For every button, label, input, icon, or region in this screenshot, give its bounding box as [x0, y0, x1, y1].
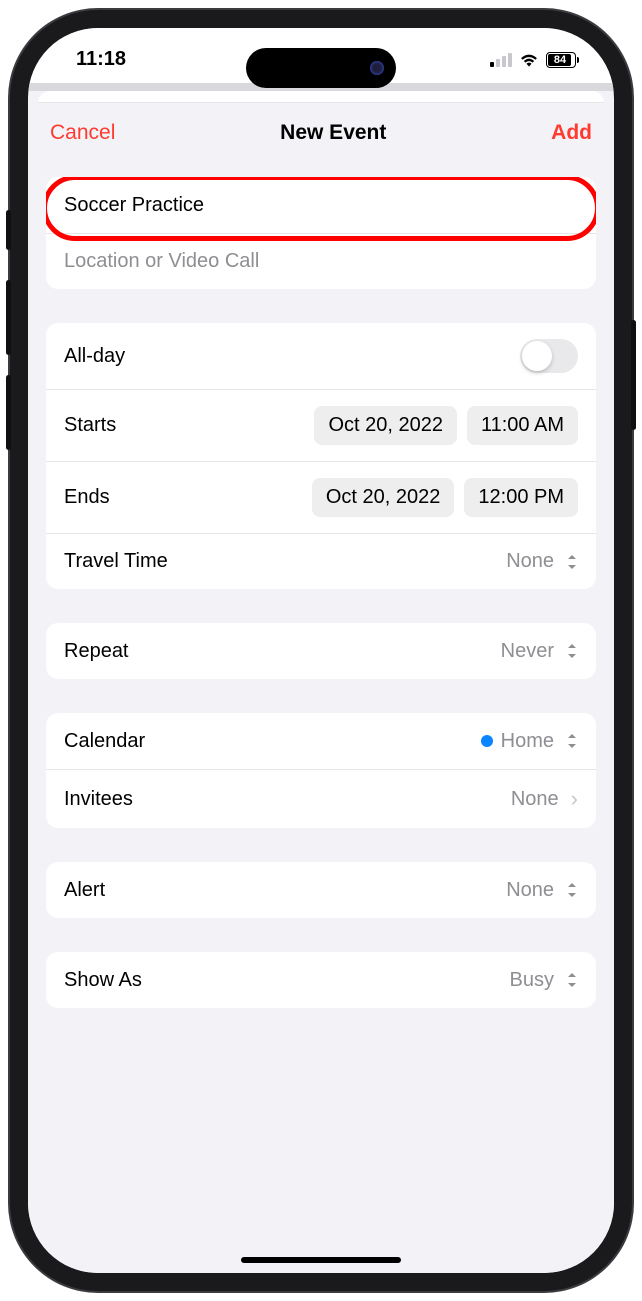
repeat-label: Repeat [64, 640, 129, 663]
starts-label: Starts [64, 414, 116, 437]
all-day-row: All-day [46, 323, 596, 389]
mute-switch [6, 210, 11, 250]
calendar-label: Calendar [64, 730, 145, 753]
location-row[interactable] [46, 233, 596, 289]
alert-group: Alert None [46, 862, 596, 918]
updown-icon [566, 972, 578, 988]
screen: 11:18 84 [28, 28, 614, 1273]
power-button [631, 320, 636, 430]
updown-icon [566, 882, 578, 898]
new-event-sheet: Cancel New Event Add [28, 103, 614, 1273]
title-location-group [46, 177, 596, 289]
updown-icon [566, 554, 578, 570]
all-day-label: All-day [64, 345, 125, 368]
wifi-icon [519, 52, 539, 68]
phone-frame: 11:18 84 [10, 10, 632, 1291]
alert-value: None [506, 879, 554, 902]
ends-time-picker[interactable]: 12:00 PM [464, 478, 578, 517]
front-camera-icon [370, 61, 384, 75]
home-indicator[interactable] [241, 1257, 401, 1263]
battery-percent: 84 [554, 54, 566, 66]
event-title-row[interactable] [46, 177, 596, 233]
ends-label: Ends [64, 486, 110, 509]
status-time: 11:18 [76, 48, 126, 71]
cellular-signal-icon [490, 53, 512, 67]
event-title-input[interactable] [64, 194, 578, 217]
dynamic-island [246, 48, 396, 88]
add-button[interactable]: Add [551, 121, 592, 145]
travel-time-row[interactable]: Travel Time None [46, 533, 596, 589]
all-day-toggle[interactable] [520, 339, 578, 373]
starts-row: Starts Oct 20, 2022 11:00 AM [46, 389, 596, 461]
battery-icon: 84 [546, 52, 576, 68]
repeat-value: Never [501, 640, 554, 663]
cancel-button[interactable]: Cancel [50, 121, 115, 145]
sheet-title: New Event [280, 121, 386, 145]
volume-down-button [6, 375, 11, 450]
calendar-group: Calendar Home Invitees None [46, 713, 596, 828]
sheet-header: Cancel New Event Add [28, 103, 614, 163]
ends-row: Ends Oct 20, 2022 12:00 PM [46, 461, 596, 533]
datetime-group: All-day Starts Oct 20, 2022 11:00 AM [46, 323, 596, 589]
showas-label: Show As [64, 969, 142, 992]
showas-row[interactable]: Show As Busy [46, 952, 596, 1008]
calendar-row[interactable]: Calendar Home [46, 713, 596, 769]
invitees-row[interactable]: Invitees None › [46, 769, 596, 828]
travel-time-value: None [506, 550, 554, 573]
repeat-row[interactable]: Repeat Never [46, 623, 596, 679]
travel-time-label: Travel Time [64, 550, 168, 573]
alert-row[interactable]: Alert None [46, 862, 596, 918]
volume-up-button [6, 280, 11, 355]
invitees-label: Invitees [64, 788, 133, 811]
background-sheet-hint [38, 91, 604, 103]
updown-icon [566, 733, 578, 749]
starts-date-picker[interactable]: Oct 20, 2022 [314, 406, 457, 445]
invitees-value: None [511, 788, 559, 811]
showas-value: Busy [510, 969, 554, 992]
showas-group: Show As Busy [46, 952, 596, 1008]
ends-date-picker[interactable]: Oct 20, 2022 [312, 478, 455, 517]
alert-label: Alert [64, 879, 105, 902]
chevron-right-icon: › [571, 786, 578, 812]
starts-time-picker[interactable]: 11:00 AM [467, 406, 578, 445]
updown-icon [566, 643, 578, 659]
calendar-value: Home [501, 730, 554, 753]
repeat-group: Repeat Never [46, 623, 596, 679]
location-input[interactable] [64, 250, 578, 273]
calendar-color-dot-icon [481, 735, 493, 747]
